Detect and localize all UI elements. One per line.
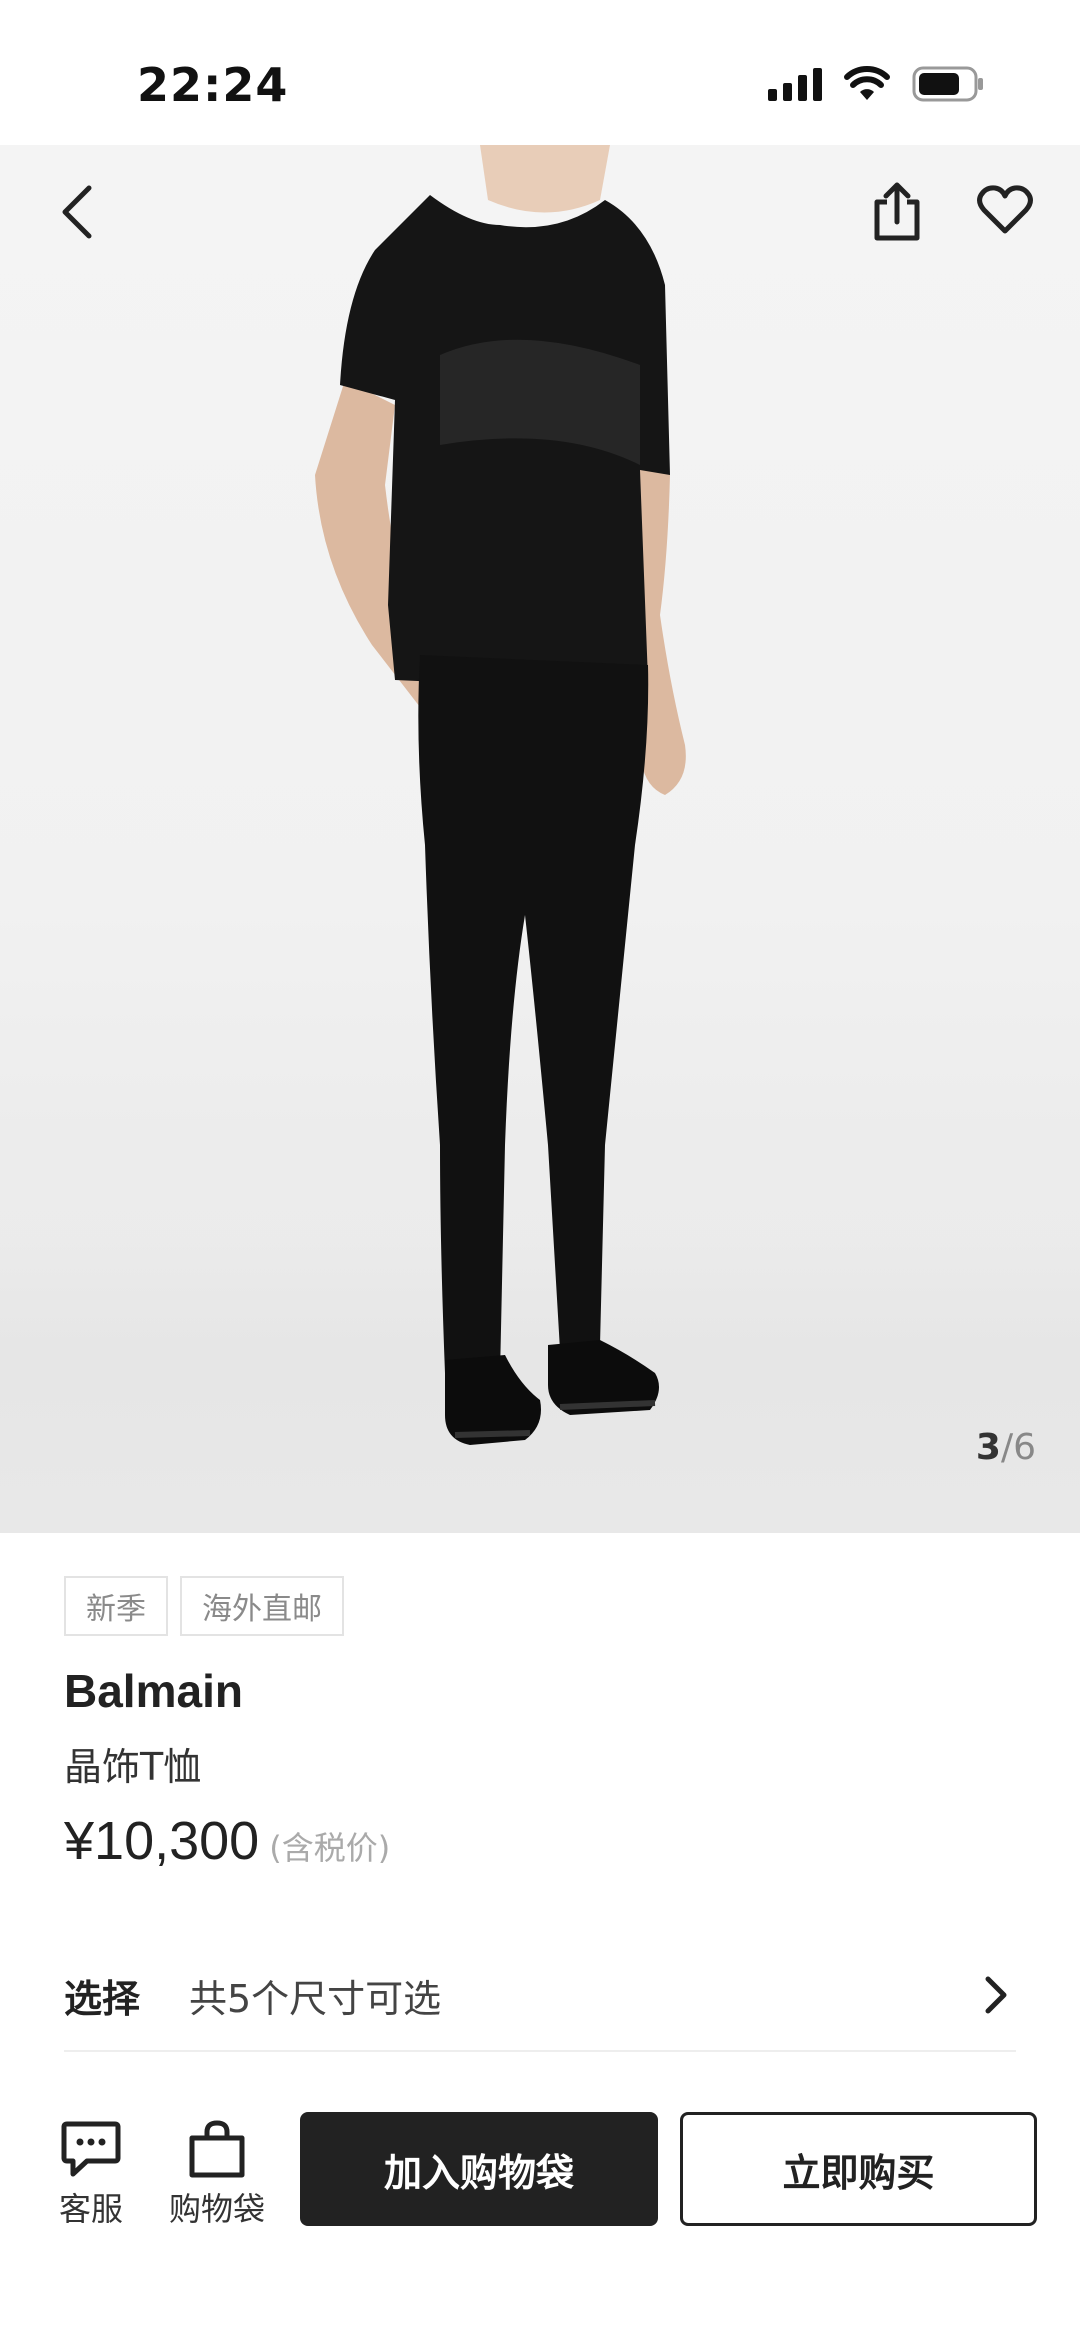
add-to-bag-button[interactable]: 加入购物袋 bbox=[300, 2112, 658, 2226]
battery-icon bbox=[912, 66, 983, 102]
current-page: 3 bbox=[975, 1427, 1001, 1468]
product-tags: 新季 海外直邮 bbox=[64, 1576, 344, 1636]
status-bar: 22:24 bbox=[0, 0, 1080, 145]
size-select-row[interactable]: 选择 共5个尺寸可选 bbox=[64, 1940, 1016, 2052]
shopping-bag-label: 购物袋 bbox=[168, 2190, 265, 2228]
size-select-label: 选择 bbox=[64, 1976, 141, 2021]
status-icons bbox=[768, 66, 984, 102]
page-separator: / bbox=[1000, 1427, 1014, 1468]
brand-name[interactable]: Balmain bbox=[64, 1664, 243, 1718]
size-select-value: 共5个尺寸可选 bbox=[189, 1976, 442, 2021]
chevron-right-icon bbox=[976, 1975, 1016, 2015]
status-time: 22:24 bbox=[137, 58, 289, 112]
cellular-signal-icon bbox=[768, 67, 822, 101]
share-icon bbox=[874, 182, 920, 241]
favorite-button[interactable] bbox=[970, 175, 1040, 245]
price-row: ¥10,300 (含税价) bbox=[64, 1810, 390, 1872]
total-pages: 6 bbox=[1013, 1427, 1036, 1468]
buy-now-button[interactable]: 立即购买 bbox=[680, 2112, 1037, 2226]
product-name: 晶饰T恤 bbox=[64, 1745, 202, 1789]
tax-note: (含税价) bbox=[269, 1829, 391, 1867]
price: ¥10,300 bbox=[64, 1811, 260, 1871]
chevron-left-icon bbox=[62, 185, 92, 239]
heart-icon bbox=[977, 185, 1033, 234]
shopping-bag-button[interactable]: 购物袋 bbox=[162, 2120, 272, 2230]
model-photo bbox=[315, 145, 686, 1445]
customer-service-button[interactable]: 客服 bbox=[36, 2120, 146, 2230]
share-button[interactable] bbox=[862, 177, 932, 247]
tag-overseas-direct: 海外直邮 bbox=[180, 1576, 344, 1636]
chat-icon bbox=[61, 2121, 121, 2177]
wifi-icon bbox=[844, 66, 890, 100]
tag-new-season: 新季 bbox=[64, 1576, 168, 1636]
product-image[interactable]: 3/6 bbox=[0, 145, 1080, 1533]
shopping-bag-icon bbox=[189, 2120, 245, 2178]
back-button[interactable] bbox=[42, 177, 112, 247]
bottom-action-bar: 客服 购物袋 加入购物袋 立即购买 bbox=[0, 2090, 1080, 2348]
customer-service-label: 客服 bbox=[58, 2190, 123, 2228]
page-indicator: 3/6 bbox=[976, 1427, 1036, 1468]
